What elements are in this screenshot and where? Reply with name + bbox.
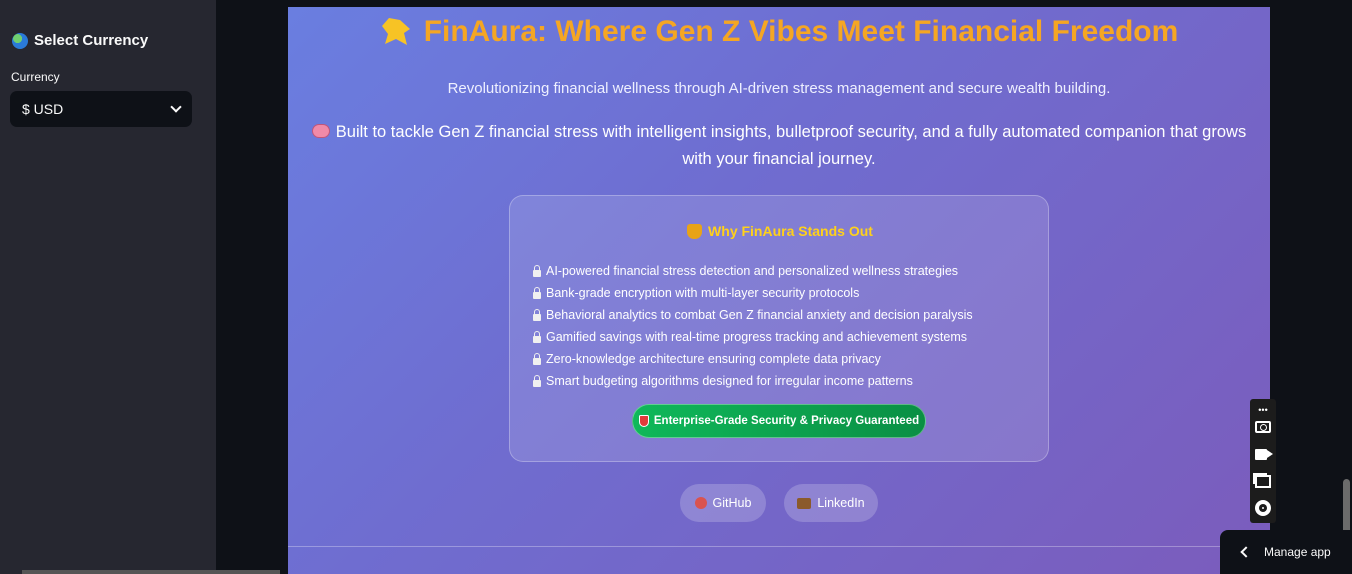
video-icon <box>1254 448 1273 460</box>
sidebar-scrollbar[interactable] <box>22 570 280 574</box>
main-scrollbar[interactable] <box>1343 479 1350 535</box>
hero-section: FinAura: Where Gen Z Vibes Meet Financia… <box>288 7 1270 574</box>
features-card-title-text: Why FinAura Stands Out <box>708 223 873 239</box>
features-card-title: Why FinAura Stands Out <box>510 223 1050 239</box>
chevron-left-icon <box>1240 546 1252 558</box>
currency-select-value: $ USD <box>22 101 64 117</box>
github-link[interactable]: GitHub <box>680 484 766 522</box>
feature-text: Bank-grade encryption with multi-layer s… <box>546 286 860 300</box>
trophy-icon <box>687 223 703 239</box>
briefcase-icon <box>797 497 812 509</box>
currency-label: Currency <box>11 70 60 84</box>
feature-text: Gamified savings with real-time progress… <box>546 330 968 344</box>
security-badge: Enterprise-Grade Security & Privacy Guar… <box>632 404 926 438</box>
sidebar: Select Currency Currency $ USD <box>0 0 280 574</box>
lock-icon <box>533 308 541 321</box>
star-logo-icon <box>381 18 410 45</box>
feature-text: Zero-knowledge architecture ensuring com… <box>546 352 881 366</box>
record-video-button[interactable] <box>1253 444 1273 464</box>
brain-icon <box>311 124 330 138</box>
feature-text: AI-powered financial stress detection an… <box>546 264 959 278</box>
security-badge-text: Enterprise-Grade Security & Privacy Guar… <box>653 415 920 427</box>
lock-icon <box>533 264 541 277</box>
globe-icon <box>12 32 28 49</box>
lock-icon <box>533 374 541 387</box>
window-button[interactable] <box>1253 471 1273 491</box>
shield-icon <box>638 415 649 427</box>
screenshot-button[interactable] <box>1253 417 1273 437</box>
sidebar-title-text: Select Currency <box>34 32 149 49</box>
camera-icon <box>1255 421 1271 433</box>
hero-description: Built to tackle Gen Z financial stress w… <box>298 119 1260 173</box>
list-item: Bank-grade encryption with multi-layer s… <box>533 282 973 304</box>
linkedin-link[interactable]: LinkedIn <box>784 484 878 522</box>
lock-icon <box>533 330 541 343</box>
list-item: Smart budgeting algorithms designed for … <box>533 370 973 392</box>
github-link-label: GitHub <box>712 496 752 510</box>
page-title: FinAura: Where Gen Z Vibes Meet Financia… <box>288 15 1270 49</box>
linkedin-link-label: LinkedIn <box>817 496 865 510</box>
page-title-text: FinAura: Where Gen Z Vibes Meet Financia… <box>423 15 1179 48</box>
list-item: Gamified savings with real-time progress… <box>533 326 973 348</box>
hero-subtitle: Revolutionizing financial wellness throu… <box>447 80 1111 97</box>
currency-select[interactable]: $ USD <box>10 91 192 127</box>
feature-text: Behavioral analytics to combat Gen Z fin… <box>546 308 973 322</box>
manage-app-label: Manage app <box>1264 545 1331 559</box>
list-item: Behavioral analytics to combat Gen Z fin… <box>533 304 973 326</box>
gear-icon <box>1255 500 1271 516</box>
list-item: Zero-knowledge architecture ensuring com… <box>533 348 973 370</box>
settings-button[interactable] <box>1253 498 1273 518</box>
window-icon <box>1255 474 1271 488</box>
hero-description-text: Built to tackle Gen Z financial stress w… <box>335 123 1247 168</box>
features-card: Why FinAura Stands Out AI-powered financ… <box>509 195 1049 462</box>
manage-app-button[interactable]: Manage app <box>1220 530 1352 574</box>
features-list: AI-powered financial stress detection an… <box>533 260 973 392</box>
recording-toolbar: ••• <box>1250 399 1276 523</box>
octopus-icon <box>694 497 707 509</box>
sidebar-title: Select Currency <box>12 32 148 49</box>
lock-icon <box>533 352 541 365</box>
feature-text: Smart budgeting algorithms designed for … <box>546 374 913 388</box>
lock-icon <box>533 286 541 299</box>
chevron-down-icon <box>170 101 182 113</box>
divider <box>288 546 1270 547</box>
list-item: AI-powered financial stress detection an… <box>533 260 973 282</box>
